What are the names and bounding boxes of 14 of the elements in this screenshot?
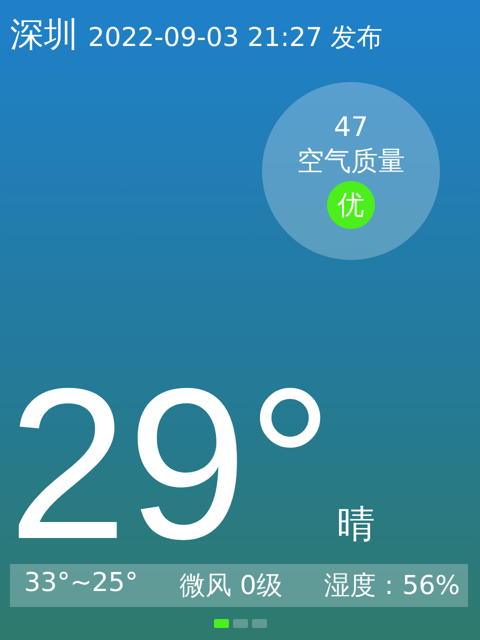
aqi-value: 47 bbox=[334, 113, 368, 143]
detail-text: 微风 0级 bbox=[180, 570, 282, 603]
air-quality-circle[interactable]: 47 空气质量 优 bbox=[262, 82, 440, 260]
temperature: 29° bbox=[8, 373, 334, 556]
page-indicator[interactable] bbox=[232, 619, 248, 628]
page-indicator[interactable] bbox=[214, 619, 228, 628]
weather-condition: 晴 bbox=[337, 501, 376, 548]
detail-text: 湿度：56% bbox=[324, 570, 460, 603]
page-indicator[interactable] bbox=[252, 619, 266, 628]
aqi-label: 空气质量 bbox=[297, 147, 405, 177]
aqi-grade-badge: 优 bbox=[327, 180, 375, 229]
city-name: 深圳 bbox=[10, 14, 78, 57]
publish-time: 2022-09-03 21:27 发布 bbox=[88, 22, 383, 55]
detail-text: 33°~25° bbox=[24, 568, 138, 600]
